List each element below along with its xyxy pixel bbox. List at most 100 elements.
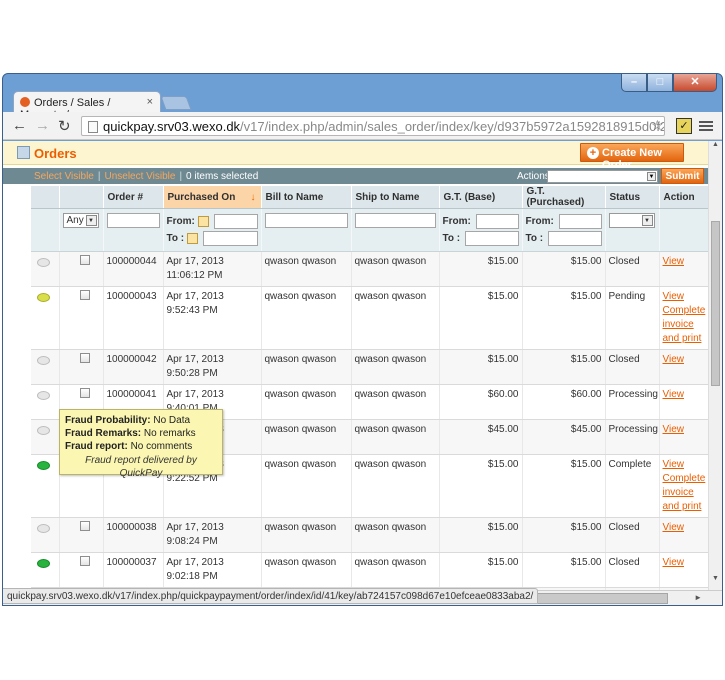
row-action-link[interactable]: View: [663, 557, 685, 568]
star-icon[interactable]: ☆: [651, 117, 664, 134]
bill-to-name: qwason qwason: [261, 384, 352, 420]
column-status[interactable]: Status: [605, 186, 660, 209]
ship-to-name: qwason qwason: [351, 384, 440, 420]
orders-grid: Order # Purchased On ↓ Bill to Name Ship …: [31, 186, 708, 590]
create-new-order-button[interactable]: + Create New Order: [580, 143, 684, 171]
maximize-icon[interactable]: □: [647, 74, 673, 92]
gt-purchased: $15.00: [522, 349, 606, 385]
purchased-from-input[interactable]: [213, 214, 258, 229]
order-number-filter-input[interactable]: [106, 213, 160, 228]
row-checkbox[interactable]: [79, 255, 90, 265]
any-select[interactable]: Any ▼: [62, 213, 99, 228]
browser-tab[interactable]: Orders / Sales / Magento / ×: [13, 91, 161, 121]
fraud-status-icon[interactable]: [37, 258, 50, 267]
column-gt-purchased[interactable]: G.T. (Purchased): [522, 186, 606, 209]
page-header: Orders + Create New Order: [3, 141, 708, 171]
fraud-status-icon[interactable]: [37, 461, 50, 470]
scroll-right-icon[interactable]: ►: [694, 593, 702, 602]
ship-to-name: qwason qwason: [351, 517, 440, 553]
browser-toolbar: ← → ↻ quickpay.srv03.wexo.dk/v17/index.p…: [3, 112, 722, 140]
vertical-scroll-thumb[interactable]: [711, 221, 720, 386]
gt-base-to-input[interactable]: [465, 231, 519, 246]
ship-to-name: qwason qwason: [351, 552, 440, 588]
fraud-cell: [31, 286, 60, 350]
status-filter-select[interactable]: ▼: [608, 213, 655, 228]
tab-close-icon[interactable]: ×: [147, 96, 153, 108]
gt-base-from-input[interactable]: [475, 214, 519, 229]
close-icon[interactable]: ✕: [673, 74, 717, 92]
scroll-up-icon[interactable]: ▲: [712, 141, 719, 148]
row-action-link[interactable]: View: [663, 256, 685, 267]
filter-gt-purchased: From: To :: [522, 208, 606, 252]
fraud-status-icon[interactable]: [37, 356, 50, 365]
fraud-status-icon[interactable]: [37, 559, 50, 568]
row-checkbox[interactable]: [79, 353, 90, 363]
extension-icon[interactable]: ✓: [676, 118, 692, 134]
column-ship-to-name[interactable]: Ship to Name: [351, 186, 440, 209]
purchased-on: Apr 17, 2013 9:02:18 PM: [163, 552, 262, 588]
gt-purchased-to-input[interactable]: [548, 231, 602, 246]
calendar-icon[interactable]: [187, 233, 199, 244]
scroll-down-icon[interactable]: ▼: [712, 575, 719, 582]
table-row[interactable]: 100000037 Apr 17, 2013 9:02:18 PM qwason q…: [31, 552, 708, 588]
fraud-probability-label: Fraud Probability:: [65, 415, 151, 426]
fraud-cell: [31, 251, 60, 287]
select-visible-link[interactable]: Select Visible: [34, 171, 94, 182]
bill-to-name: qwason qwason: [261, 552, 352, 588]
ship-to-filter-input[interactable]: [354, 213, 436, 228]
vertical-scrollbar[interactable]: ▲ ▼: [708, 141, 722, 590]
fraud-status-icon[interactable]: [37, 391, 50, 400]
to-label: To :: [166, 233, 185, 244]
unselect-visible-link[interactable]: Unselect Visible: [104, 171, 175, 182]
filter-status: ▼: [605, 208, 660, 252]
gt-purchased: $60.00: [522, 384, 606, 420]
minimize-icon[interactable]: –: [621, 74, 647, 92]
back-icon[interactable]: ←: [12, 117, 27, 134]
sort-arrow-icon: ↓: [250, 191, 256, 203]
new-tab-button[interactable]: [160, 96, 192, 110]
fraud-status-icon[interactable]: [37, 426, 50, 435]
magento-favicon-icon: [20, 97, 30, 107]
table-row[interactable]: 100000043 Apr 17, 2013 9:52:43 PM qwason q…: [31, 286, 708, 350]
gt-base: $15.00: [439, 286, 523, 350]
column-order-number[interactable]: Order #: [103, 186, 164, 209]
gt-purchased-from-input[interactable]: [558, 214, 602, 229]
calendar-icon[interactable]: [197, 216, 209, 227]
table-row[interactable]: 100000044 Apr 17, 2013 11:06:12 PM qwason …: [31, 251, 708, 287]
bill-to-name: qwason qwason: [261, 517, 352, 553]
column-bill-to-name[interactable]: Bill to Name: [261, 186, 352, 209]
row-checkbox[interactable]: [79, 388, 90, 398]
row-checkbox-cell: [59, 552, 104, 588]
row-action-link[interactable]: Complete invoice and print: [663, 305, 706, 344]
reload-icon[interactable]: ↻: [58, 117, 71, 135]
actions-select[interactable]: ▼: [547, 170, 658, 183]
fraud-status-icon[interactable]: [37, 293, 50, 302]
column-purchased-on[interactable]: Purchased On ↓: [163, 186, 262, 209]
bill-to-filter-input[interactable]: [264, 213, 348, 228]
row-action-link[interactable]: View: [663, 291, 685, 302]
row-action-link[interactable]: View: [663, 389, 685, 400]
purchased-to-input[interactable]: [203, 231, 258, 246]
address-bar[interactable]: quickpay.srv03.wexo.dk/v17/index.php/adm…: [81, 116, 665, 136]
fraud-status-icon[interactable]: [37, 524, 50, 533]
menu-icon[interactable]: [699, 119, 713, 133]
table-row[interactable]: 100000042 Apr 17, 2013 9:50:28 PM qwason q…: [31, 349, 708, 385]
table-row[interactable]: 100000038 Apr 17, 2013 9:08:24 PM qwason q…: [31, 517, 708, 553]
forward-icon[interactable]: →: [35, 117, 50, 134]
row-checkbox[interactable]: [79, 290, 90, 300]
status-bar-url: quickpay.srv03.wexo.dk/v17/index.php/qui…: [3, 588, 539, 604]
fraud-tooltip-footer: Fraud report delivered by QuickPay: [85, 455, 197, 479]
purchased-on: Apr 17, 2013 9:50:28 PM: [163, 349, 262, 385]
row-action-link[interactable]: View: [663, 459, 685, 470]
row-action-link[interactable]: Complete invoice and print: [663, 473, 706, 512]
bill-to-name: qwason qwason: [261, 454, 352, 518]
row-action-link[interactable]: View: [663, 354, 685, 365]
selected-count: 0 items selected: [186, 171, 259, 182]
row-checkbox[interactable]: [79, 556, 90, 566]
row-action-link[interactable]: View: [663, 522, 685, 533]
url-path: /v17/index.php/admin/sales_order/index/k…: [240, 119, 664, 134]
row-action-link[interactable]: View: [663, 424, 685, 435]
column-gt-base[interactable]: G.T. (Base): [439, 186, 523, 209]
row-checkbox[interactable]: [79, 521, 90, 531]
submit-button[interactable]: Submit: [661, 168, 704, 184]
